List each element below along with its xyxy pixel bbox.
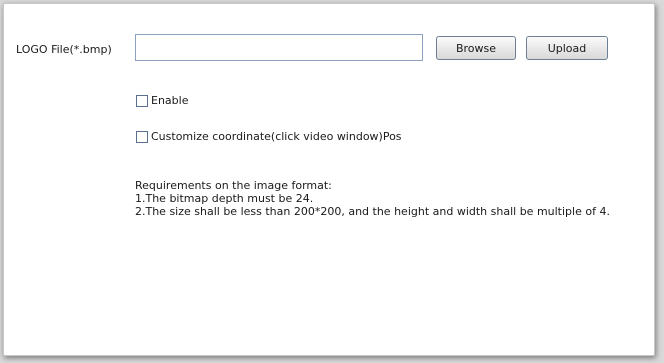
customize-coordinate-label: Customize coordinate(click video window)… [151, 130, 402, 143]
requirements-heading: Requirements on the image format: [135, 179, 332, 192]
logo-file-label: LOGO File(*.bmp) [16, 43, 112, 56]
enable-checkbox[interactable] [136, 94, 148, 107]
requirement-line: 1.The bitmap depth must be 24. [135, 192, 314, 205]
image-requirements: Requirements on the image format: 1.The … [135, 179, 610, 218]
customize-coordinate-option[interactable]: Customize coordinate(click video window)… [136, 130, 402, 143]
enable-label: Enable [151, 94, 189, 107]
logo-settings-panel: LOGO File(*.bmp) Browse Upload Enable Cu… [3, 3, 655, 356]
enable-option[interactable]: Enable [136, 94, 188, 107]
upload-button[interactable]: Upload [526, 36, 608, 60]
requirement-line: 2.The size shall be less than 200*200, a… [135, 205, 610, 218]
customize-coordinate-checkbox[interactable] [136, 130, 148, 143]
browse-button[interactable]: Browse [436, 36, 516, 60]
logo-file-input[interactable] [135, 34, 423, 61]
